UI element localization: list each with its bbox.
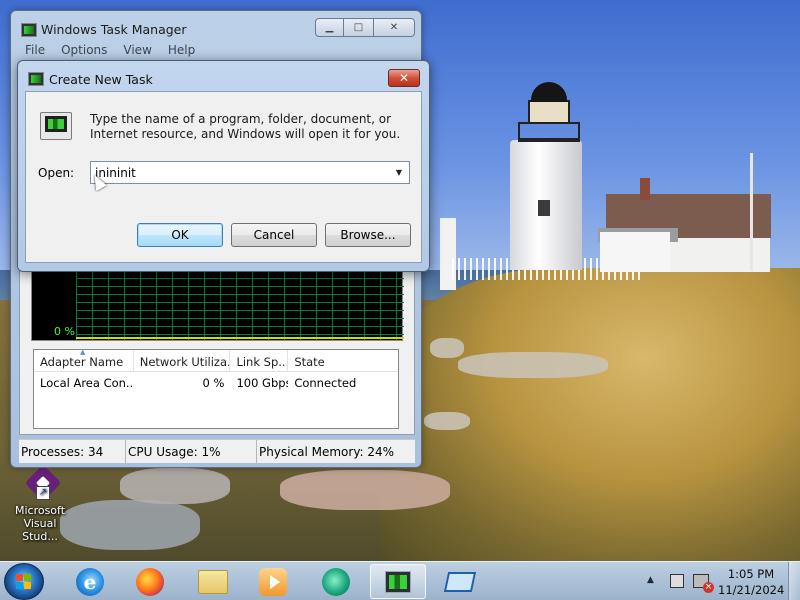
create-new-task-dialog: Create New Task ✕ Type the name of a pro… bbox=[17, 60, 430, 272]
internet-explorer-icon: e bbox=[76, 567, 104, 596]
folder-icon bbox=[198, 569, 228, 594]
graph-percent-label: 0 % bbox=[54, 325, 75, 338]
cell-network-utilization: 0 % bbox=[202, 376, 225, 390]
desktop-icon-visual-studio[interactable]: ↗ Microsoft Visual Stud... bbox=[4, 464, 76, 543]
wallpaper-rock bbox=[120, 468, 230, 504]
globe-app-icon bbox=[322, 567, 350, 596]
clock-time: 1:05 PM bbox=[727, 567, 775, 581]
task-manager-icon bbox=[28, 72, 44, 86]
dialog-body: Type the name of a program, folder, docu… bbox=[25, 91, 422, 263]
wallpaper-rock bbox=[424, 412, 470, 430]
run-program-icon bbox=[40, 112, 72, 140]
wallpaper-house bbox=[600, 232, 670, 272]
dialog-message: Type the name of a program, folder, docu… bbox=[90, 112, 401, 141]
taskbar-create-new-task[interactable] bbox=[432, 564, 488, 599]
network-utilization-graph: 0 % bbox=[31, 269, 404, 341]
system-tray: ▲ 1:05 PM 11/21/2024 bbox=[640, 562, 800, 600]
wallpaper-rock bbox=[458, 352, 608, 378]
maximize-button[interactable]: □ bbox=[344, 18, 373, 37]
wallpaper-rock bbox=[430, 338, 464, 358]
column-header-adapter-name[interactable]: ▲ Adapter Name bbox=[34, 350, 134, 371]
status-bar: Processes: 34 CPU Usage: 1% Physical Mem… bbox=[19, 439, 415, 463]
sort-ascending-icon: ▲ bbox=[80, 350, 86, 356]
wallpaper-lighthouse-lamp bbox=[528, 100, 570, 124]
wallpaper-lighthouse-gallery bbox=[518, 122, 580, 142]
action-center-icon[interactable] bbox=[670, 574, 684, 588]
graph-utilization-line bbox=[76, 337, 404, 339]
adapter-table: ▲ Adapter Name Network Utiliza... Link Sp… bbox=[33, 349, 399, 429]
window-title: Windows Task Manager bbox=[41, 22, 187, 37]
clock-date: 11/21/2024 bbox=[718, 583, 785, 597]
caption-buttons: ▁ □ ✕ bbox=[315, 18, 415, 37]
shortcut-arrow-icon: ↗ bbox=[36, 486, 50, 500]
cell-adapter-name: Local Area Con... bbox=[40, 376, 134, 390]
open-combobox[interactable]: ▼ bbox=[90, 161, 410, 184]
dialog-title: Create New Task bbox=[49, 72, 153, 87]
clock[interactable]: 1:05 PM 11/21/2024 bbox=[718, 566, 784, 598]
taskbar-file-explorer[interactable] bbox=[185, 564, 241, 599]
wallpaper-rock bbox=[280, 470, 450, 510]
taskbar: e ▲ 1:05 PM 11/21/2024 bbox=[0, 561, 800, 600]
menu-view[interactable]: View bbox=[115, 43, 159, 57]
status-processes: Processes: 34 bbox=[19, 440, 126, 463]
wallpaper-rock bbox=[60, 500, 200, 550]
show-hidden-icons-button[interactable]: ▲ bbox=[647, 575, 654, 585]
column-header-network-utilization[interactable]: Network Utiliza... bbox=[134, 350, 231, 371]
wallpaper-lighthouse-window bbox=[538, 200, 550, 216]
menu-options[interactable]: Options bbox=[53, 43, 115, 57]
taskbar-firefox[interactable] bbox=[122, 564, 178, 599]
show-desktop-button[interactable] bbox=[788, 562, 800, 600]
taskbar-media-player[interactable] bbox=[245, 564, 301, 599]
windows-logo-icon bbox=[16, 574, 32, 589]
table-row[interactable]: Local Area Con... 0 % 100 Gbps Connected bbox=[34, 372, 398, 394]
chevron-down-icon[interactable]: ▼ bbox=[390, 163, 408, 182]
cancel-button[interactable]: Cancel bbox=[231, 223, 317, 247]
taskbar-internet-explorer[interactable]: e bbox=[62, 564, 118, 599]
menu-file[interactable]: File bbox=[17, 43, 53, 57]
media-player-icon bbox=[259, 567, 287, 596]
graph-grid bbox=[76, 270, 404, 340]
dialog-close-button[interactable]: ✕ bbox=[388, 69, 420, 87]
open-label: Open: bbox=[38, 166, 75, 180]
desktop-icon-label: Microsoft Visual Stud... bbox=[14, 504, 66, 543]
menu-help[interactable]: Help bbox=[160, 43, 203, 57]
wallpaper-flagpole bbox=[750, 153, 753, 271]
taskbar-globe-app[interactable] bbox=[308, 564, 364, 599]
firefox-icon bbox=[136, 567, 164, 596]
wallpaper-chimney bbox=[640, 178, 650, 200]
menu-bar: File Options View Help bbox=[17, 43, 203, 57]
column-header-state[interactable]: State bbox=[288, 350, 398, 371]
adapter-table-header: ▲ Adapter Name Network Utiliza... Link Sp… bbox=[34, 350, 398, 372]
status-physical-memory: Physical Memory: 24% bbox=[259, 445, 395, 459]
close-button[interactable]: ✕ bbox=[373, 18, 415, 37]
status-cpu-usage: CPU Usage: 1% bbox=[126, 440, 257, 463]
browse-button[interactable]: Browse... bbox=[325, 223, 411, 247]
taskbar-task-manager[interactable] bbox=[370, 564, 426, 599]
cell-link-speed: 100 Gbps bbox=[236, 376, 289, 390]
start-button[interactable] bbox=[4, 563, 44, 600]
network-disconnected-icon[interactable] bbox=[693, 574, 714, 593]
task-manager-icon bbox=[385, 570, 411, 593]
cell-state: Connected bbox=[294, 376, 357, 390]
window-icon bbox=[443, 571, 477, 592]
open-input[interactable] bbox=[91, 162, 383, 183]
task-manager-icon bbox=[21, 23, 37, 37]
ok-button[interactable]: OK bbox=[137, 223, 223, 247]
wallpaper-lighthouse-cap bbox=[531, 82, 567, 102]
minimize-button[interactable]: ▁ bbox=[315, 18, 344, 37]
column-header-link-speed[interactable]: Link Sp... bbox=[230, 350, 289, 371]
visual-studio-icon: ↗ bbox=[24, 464, 62, 502]
